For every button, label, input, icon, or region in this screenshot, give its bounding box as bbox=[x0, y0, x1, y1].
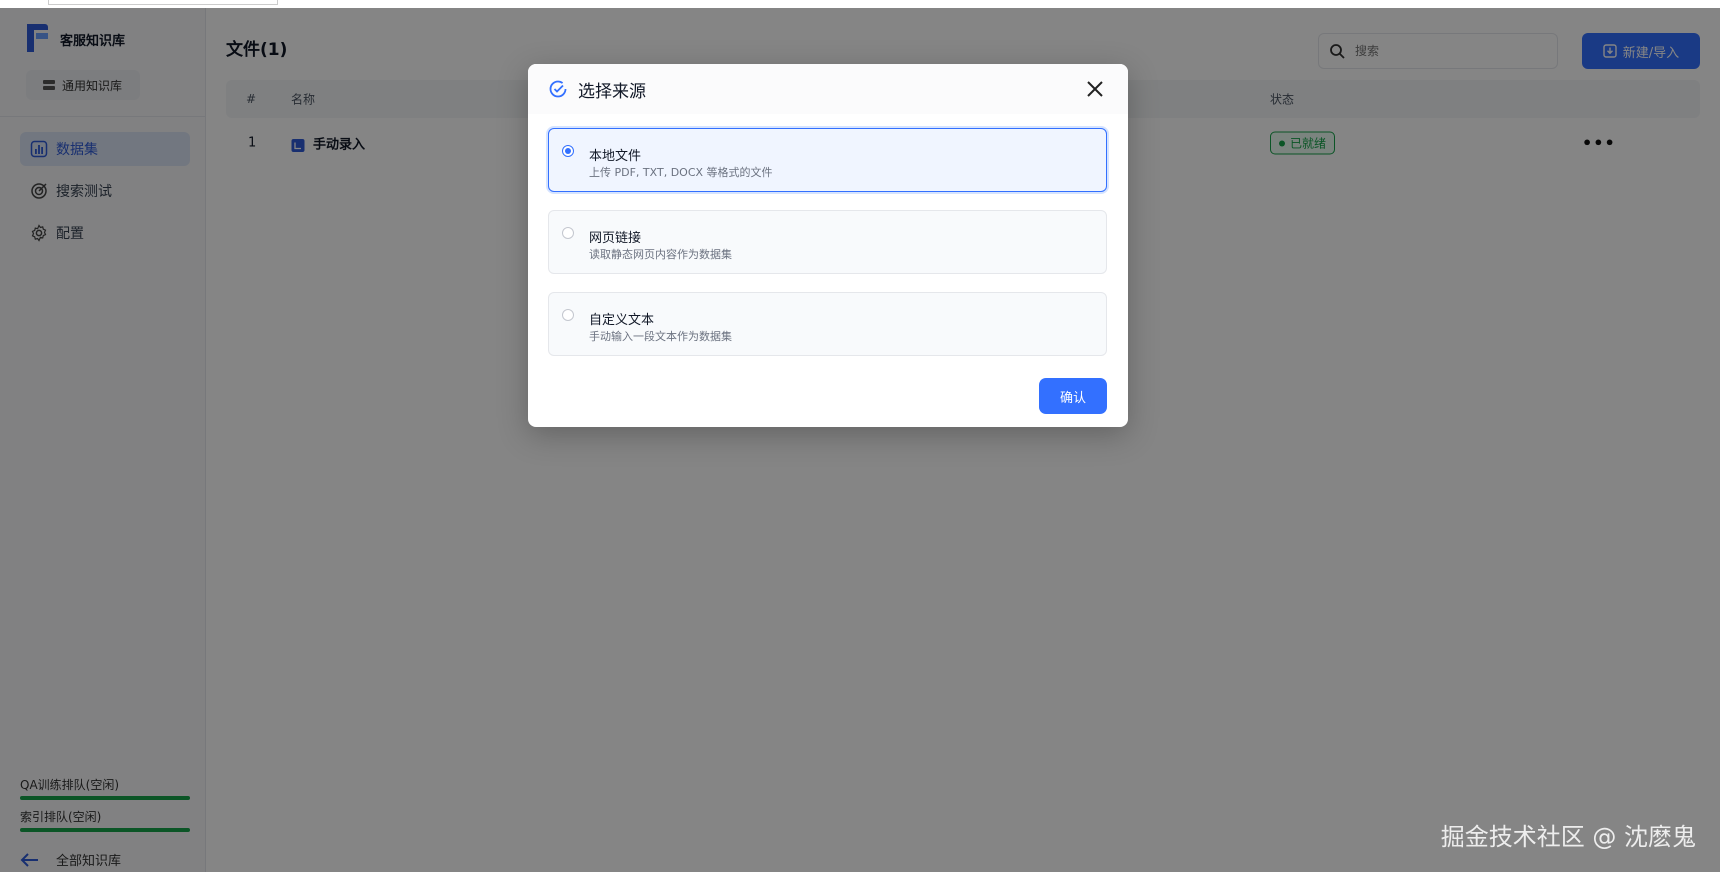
option-web-link[interactable]: 网页链接 读取静态网页内容作为数据集 bbox=[548, 210, 1107, 274]
option-title: 自定义文本 bbox=[589, 313, 655, 328]
option-title: 本地文件 bbox=[589, 149, 642, 164]
option-desc: 上传 PDF, TXT, DOCX 等格式的文件 bbox=[589, 166, 773, 179]
option-local-file[interactable]: 本地文件 上传 PDF, TXT, DOCX 等格式的文件 bbox=[548, 128, 1107, 192]
option-custom-text[interactable]: 自定义文本 手动输入一段文本作为数据集 bbox=[548, 292, 1107, 356]
close-icon[interactable] bbox=[1084, 78, 1106, 100]
radio-button[interactable] bbox=[562, 309, 574, 321]
modal-title: 选择来源 bbox=[578, 81, 646, 102]
check-circle-icon bbox=[549, 80, 567, 98]
option-desc: 读取静态网页内容作为数据集 bbox=[589, 248, 732, 261]
address-bar[interactable] bbox=[48, 0, 278, 5]
modal-header: 选择来源 bbox=[528, 64, 1128, 114]
watermark-text: 掘金技术社区 @ 沈麽鬼 bbox=[1440, 823, 1696, 851]
option-title: 网页链接 bbox=[589, 231, 642, 246]
radio-button[interactable] bbox=[562, 145, 574, 157]
radio-button[interactable] bbox=[562, 227, 574, 239]
select-source-modal: 选择来源 本地文件 上传 PDF, TXT, DOCX 等格式的文件 网页链接 … bbox=[528, 64, 1128, 427]
browser-top-strip bbox=[0, 0, 1720, 8]
option-desc: 手动输入一段文本作为数据集 bbox=[589, 330, 732, 343]
confirm-button[interactable]: 确认 bbox=[1039, 378, 1107, 414]
